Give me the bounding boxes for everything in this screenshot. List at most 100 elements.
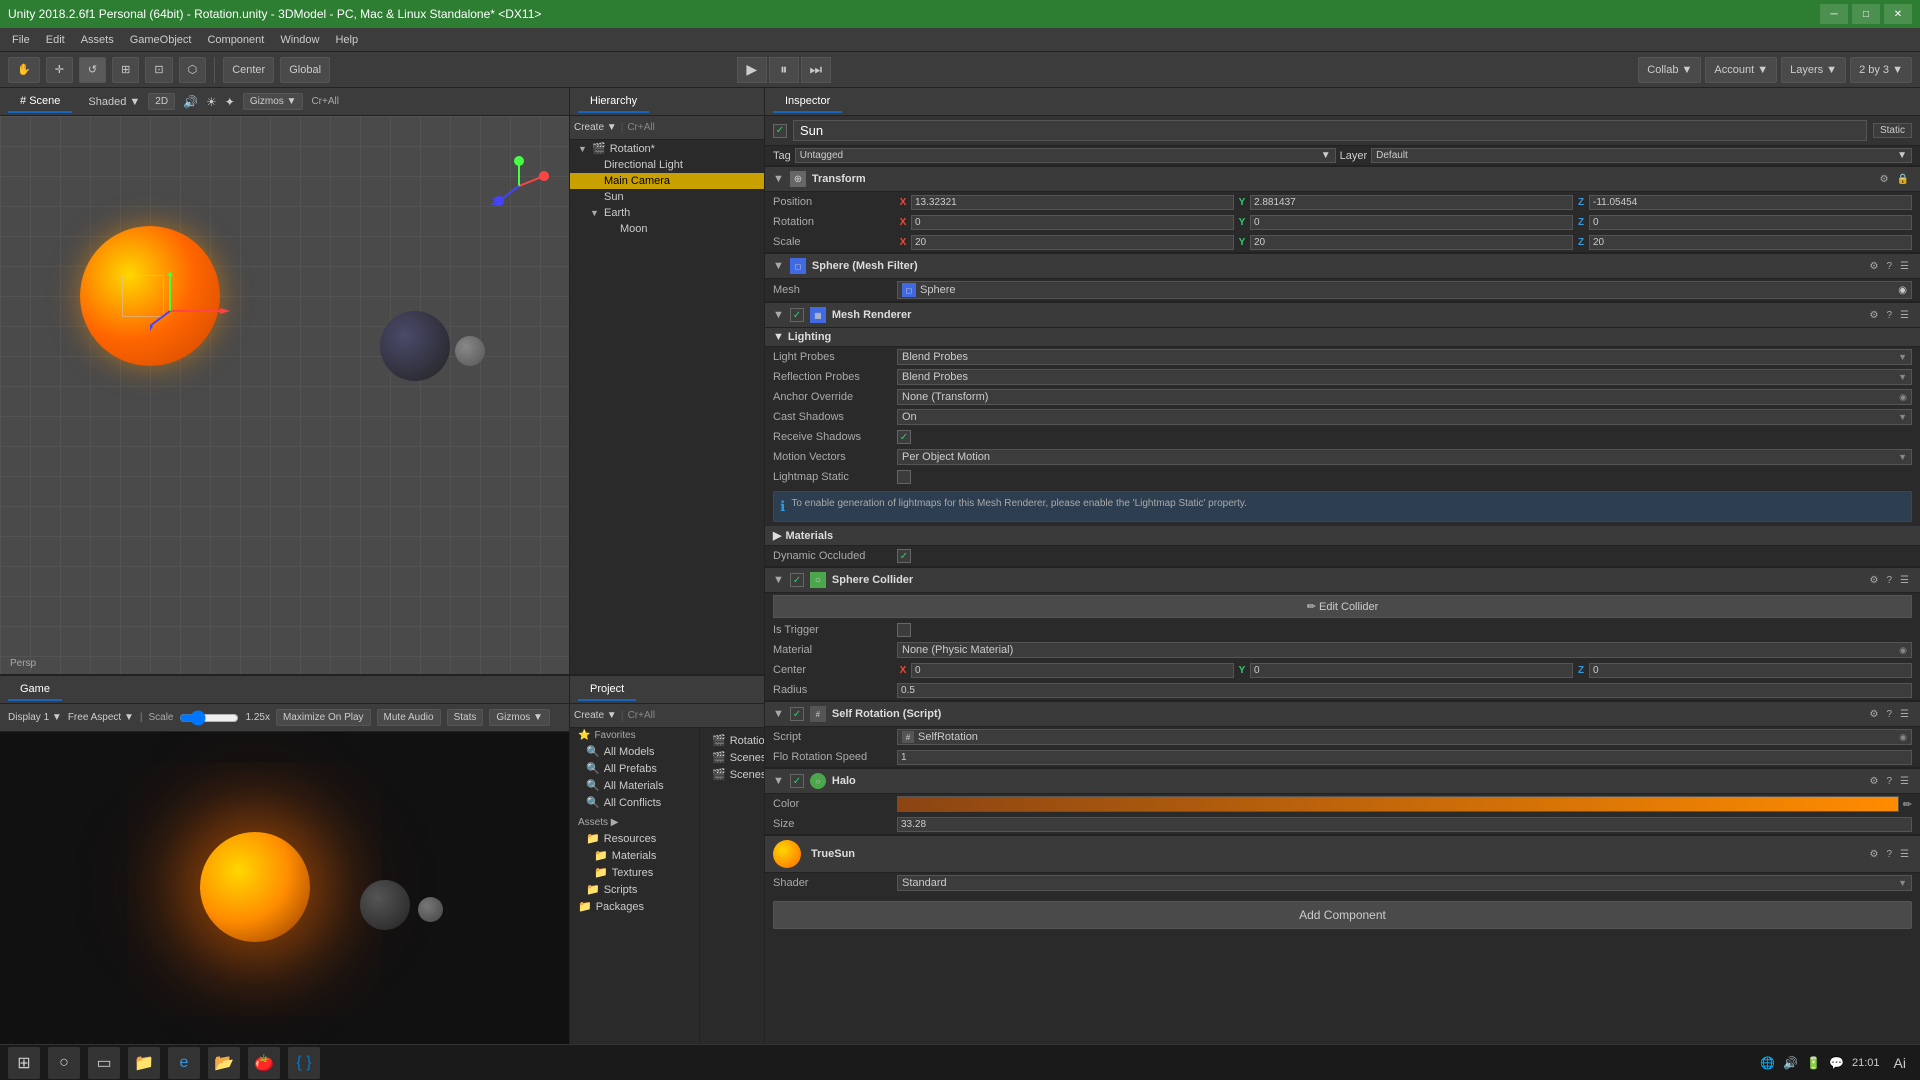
edge-icon[interactable]: e bbox=[168, 1047, 200, 1079]
rotation-x-input[interactable] bbox=[911, 215, 1234, 230]
component-settings-icon[interactable]: ⚙ bbox=[1867, 708, 1882, 721]
maximize-button[interactable]: □ bbox=[1852, 4, 1880, 24]
explorer-icon[interactable]: 📁 bbox=[128, 1047, 160, 1079]
position-z-input[interactable] bbox=[1589, 195, 1912, 210]
sphere-collider-enabled-checkbox[interactable]: ✓ bbox=[790, 573, 804, 587]
rotation-speed-input[interactable] bbox=[897, 750, 1912, 765]
rotation-scene[interactable]: 🎬 Rotation bbox=[704, 732, 760, 749]
object-name-input[interactable] bbox=[793, 120, 1867, 141]
move-tool-button[interactable]: ✛ bbox=[46, 57, 73, 83]
script-dropdown[interactable]: # SelfRotation ◉ bbox=[897, 729, 1912, 745]
component-menu-icon[interactable]: ☰ bbox=[1897, 260, 1912, 273]
self-rotation-enabled-checkbox[interactable]: ✓ bbox=[790, 707, 804, 721]
scale-z-input[interactable] bbox=[1589, 235, 1912, 250]
component-question-icon[interactable]: ? bbox=[1883, 848, 1895, 861]
mute-audio-button[interactable]: Mute Audio bbox=[377, 709, 441, 726]
tab-inspector[interactable]: Inspector bbox=[773, 91, 842, 113]
reflection-probes-dropdown[interactable]: Blend Probes ▼ bbox=[897, 369, 1912, 385]
component-settings-icon[interactable]: ⚙ bbox=[1867, 574, 1882, 587]
mesh-filter-arrow[interactable]: ▼ bbox=[773, 260, 784, 272]
scenes2-item[interactable]: 🎬 Scenes2_EarthAndSun bbox=[704, 766, 760, 783]
tree-item-sun[interactable]: Sun bbox=[570, 189, 764, 205]
transform-arrow-icon[interactable]: ▼ bbox=[773, 173, 784, 185]
component-settings-icon[interactable]: ⚙ bbox=[1867, 848, 1882, 861]
anchor-override-dropdown[interactable]: None (Transform) ◉ bbox=[897, 389, 1912, 405]
close-button[interactable]: ✕ bbox=[1884, 4, 1912, 24]
receive-shadows-checkbox[interactable]: ✓ bbox=[897, 430, 911, 444]
dynamic-occluded-checkbox[interactable]: ✓ bbox=[897, 549, 911, 563]
component-question-icon[interactable]: ? bbox=[1883, 309, 1895, 322]
scale-tool-button[interactable]: ⊞ bbox=[112, 57, 139, 83]
lightmap-static-checkbox[interactable] bbox=[897, 470, 911, 484]
packages-folder[interactable]: 📁 Packages bbox=[570, 898, 699, 915]
self-rotation-arrow[interactable]: ▼ bbox=[773, 708, 784, 720]
account-button[interactable]: Account ▼ bbox=[1705, 57, 1777, 83]
halo-enabled-checkbox[interactable]: ✓ bbox=[790, 774, 804, 788]
menu-file[interactable]: File bbox=[4, 32, 38, 48]
scale-y-input[interactable] bbox=[1250, 235, 1573, 250]
menu-component[interactable]: Component bbox=[199, 32, 272, 48]
halo-size-input[interactable] bbox=[897, 817, 1912, 832]
layers-button[interactable]: Layers ▼ bbox=[1781, 57, 1846, 83]
play-button[interactable]: ▶ bbox=[737, 57, 767, 83]
rotate-tool-button[interactable]: ↺ bbox=[79, 57, 106, 83]
all-models-item[interactable]: 🔍 All Models bbox=[570, 743, 699, 760]
game-gizmos-button[interactable]: Gizmos ▼ bbox=[489, 709, 550, 726]
position-y-input[interactable] bbox=[1250, 195, 1573, 210]
is-trigger-checkbox[interactable] bbox=[897, 623, 911, 637]
earth-3d-object[interactable] bbox=[380, 311, 450, 381]
materials-folder[interactable]: 📁 Materials bbox=[570, 847, 699, 864]
component-settings-icon[interactable]: ⚙ bbox=[1867, 260, 1882, 273]
maximize-on-play-button[interactable]: Maximize On Play bbox=[276, 709, 371, 726]
menu-window[interactable]: Window bbox=[272, 32, 327, 48]
mesh-dropdown[interactable]: ◻ Sphere ◉ bbox=[897, 281, 1912, 299]
rect-tool-button[interactable]: ⊡ bbox=[145, 57, 172, 83]
tab-game[interactable]: Game bbox=[8, 679, 62, 701]
scene-canvas[interactable]: X Y Z Persp bbox=[0, 116, 569, 674]
halo-color-picker[interactable] bbox=[897, 796, 1899, 812]
global-button[interactable]: Global bbox=[280, 57, 330, 83]
all-prefabs-item[interactable]: 🔍 All Prefabs bbox=[570, 760, 699, 777]
project-create-btn[interactable]: Create ▼ bbox=[574, 710, 617, 721]
rotation-y-input[interactable] bbox=[1250, 215, 1573, 230]
position-x-input[interactable] bbox=[911, 195, 1234, 210]
component-question-icon[interactable]: ? bbox=[1883, 260, 1895, 273]
light-probes-dropdown[interactable]: Blend Probes ▼ bbox=[897, 349, 1912, 365]
audio-icon[interactable]: 🔊 bbox=[183, 95, 198, 109]
cast-shadows-dropdown[interactable]: On ▼ bbox=[897, 409, 1912, 425]
scripts-folder[interactable]: 📁 Scripts bbox=[570, 881, 699, 898]
center-button[interactable]: Center bbox=[223, 57, 274, 83]
center-x-input[interactable] bbox=[911, 663, 1234, 678]
lighting-section[interactable]: ▼ Lighting bbox=[765, 328, 1920, 347]
menu-edit[interactable]: Edit bbox=[38, 32, 73, 48]
all-materials-item[interactable]: 🔍 All Materials bbox=[570, 777, 699, 794]
search-button[interactable]: ○ bbox=[48, 1047, 80, 1079]
motion-vectors-dropdown[interactable]: Per Object Motion ▼ bbox=[897, 449, 1912, 465]
folder-icon[interactable]: 📂 bbox=[208, 1047, 240, 1079]
component-menu-icon[interactable]: ☰ bbox=[1897, 708, 1912, 721]
component-question-icon[interactable]: ? bbox=[1883, 708, 1895, 721]
lighting-icon[interactable]: ☀ bbox=[206, 95, 217, 109]
tab-project[interactable]: Project bbox=[578, 679, 636, 701]
tomato-icon[interactable]: 🍅 bbox=[248, 1047, 280, 1079]
edit-color-icon[interactable]: ✏ bbox=[1903, 798, 1912, 811]
pause-button[interactable]: ⏸ bbox=[769, 57, 799, 83]
tree-item-earth[interactable]: ▼ Earth bbox=[570, 205, 764, 221]
collab-button[interactable]: Collab ▼ bbox=[1638, 57, 1701, 83]
edit-collider-button[interactable]: ✏ Edit Collider bbox=[773, 595, 1912, 618]
resources-folder[interactable]: 📁 Resources bbox=[570, 830, 699, 847]
tree-item-moon[interactable]: Moon bbox=[570, 221, 764, 237]
rotation-z-input[interactable] bbox=[1589, 215, 1912, 230]
shading-dropdown[interactable]: Shaded ▼ bbox=[88, 96, 140, 108]
transform-handles[interactable] bbox=[150, 271, 250, 354]
component-question-icon[interactable]: ? bbox=[1883, 775, 1895, 788]
menu-help[interactable]: Help bbox=[327, 32, 366, 48]
multi-tool-button[interactable]: ⬡ bbox=[179, 57, 207, 83]
center-z-input[interactable] bbox=[1589, 663, 1912, 678]
component-menu-icon[interactable]: ☰ bbox=[1897, 775, 1912, 788]
component-question-icon[interactable]: ? bbox=[1883, 574, 1895, 587]
sphere-collider-arrow[interactable]: ▼ bbox=[773, 574, 784, 586]
mesh-renderer-enabled-checkbox[interactable]: ✓ bbox=[790, 308, 804, 322]
scale-slider[interactable] bbox=[179, 710, 239, 726]
radius-input[interactable] bbox=[897, 683, 1912, 698]
